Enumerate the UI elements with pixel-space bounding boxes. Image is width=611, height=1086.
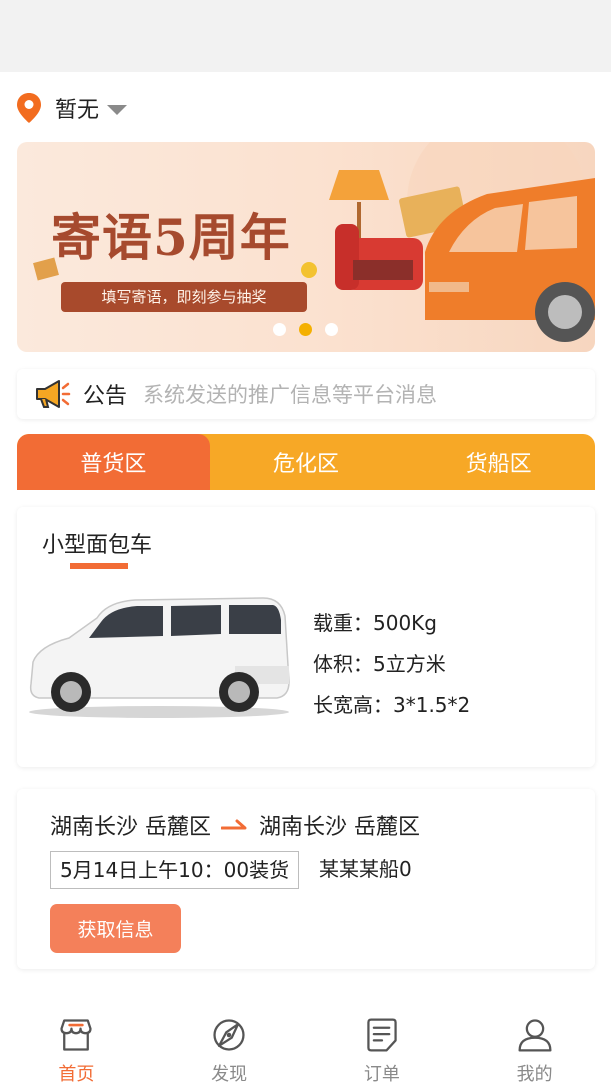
spec-load: 载重：500Kg [313,611,437,635]
van-image [29,597,290,718]
spec-dimensions: 长宽高：3*1.5*2 [313,693,471,717]
arrow-right-icon [221,819,247,830]
tab-general-cargo[interactable]: 普货区 [17,434,210,490]
discover-compass-icon [213,1019,245,1051]
vehicle-specs: 载重：500Kg 体积：5立方米 长宽高：3*1.5*2 [313,607,470,730]
tabbar-label-orders: 订单 [363,1064,400,1085]
tabbar-label-discover: 发现 [211,1064,248,1085]
location-selector[interactable]: 暂无 [17,92,128,124]
ship-name: 某某某船0 [319,857,412,881]
vehicle-card[interactable]: 小型面包车 载重：500Kg 体积：5立方米 长宽高：3*1.5*2 [17,507,595,767]
load-time-tag: 5月14日上午10：00装货 [50,851,300,889]
tabbar-item-profile[interactable]: 我的 [458,1002,611,1086]
get-info-button[interactable]: 获取信息 [50,904,181,953]
banner-title: 寄语5周年 [51,208,291,267]
spec-volume: 体积：5立方米 [313,652,446,676]
tabbar-item-home[interactable]: 首页 [0,1002,153,1086]
route-destination: 湖南长沙 岳麓区 [259,815,420,840]
tabbar-label-home: 首页 [58,1064,95,1085]
status-bar [0,0,611,72]
order-card[interactable]: 湖南长沙 岳麓区 湖南长沙 岳麓区 5月14日上午10：00装货 某某某船0 获… [17,789,595,969]
banner-ribbon: 填写寄语，即刻参与抽奖 [61,282,307,312]
carousel-dot[interactable] [273,323,286,336]
megaphone-icon [36,380,71,408]
notice-text: 系统发送的推广信息等平台消息 [143,383,438,407]
tab-hazardous-cargo[interactable]: 危化区 [210,434,403,490]
tab-cargo-ship[interactable]: 货船区 [402,434,595,490]
carousel-dots [273,323,351,336]
route: 湖南长沙 岳麓区 湖南长沙 岳麓区 [50,809,420,841]
category-tabs: 普货区 危化区 货船区 [17,434,595,490]
vehicle-name: 小型面包车 [42,533,153,558]
tabbar-item-discover[interactable]: 发现 [153,1002,306,1086]
notice-bar[interactable]: 公告 系统发送的推广信息等平台消息 [17,369,595,419]
notice-label: 公告 [83,384,128,409]
location-pin-icon [17,93,41,123]
user-profile-icon [518,1019,552,1052]
banner-subtitle: 填写寄语，即刻参与抽奖 [101,288,267,306]
vehicle-name-underline [70,563,128,569]
caret-down-icon [107,105,128,115]
promo-banner[interactable]: 寄语5周年 填写寄语，即刻参与抽奖 [17,142,595,352]
bottom-tab-bar: 首页 发现 订单 我的 [0,1002,611,1086]
carousel-dot[interactable] [325,323,338,336]
tabbar-item-orders[interactable]: 订单 [306,1002,459,1086]
route-origin: 湖南长沙 岳麓区 [50,815,211,840]
carousel-dot-active[interactable] [299,323,312,336]
home-store-icon [60,1019,92,1051]
tabbar-label-profile: 我的 [516,1064,553,1085]
location-name: 暂无 [55,98,100,123]
order-document-icon [367,1018,397,1052]
